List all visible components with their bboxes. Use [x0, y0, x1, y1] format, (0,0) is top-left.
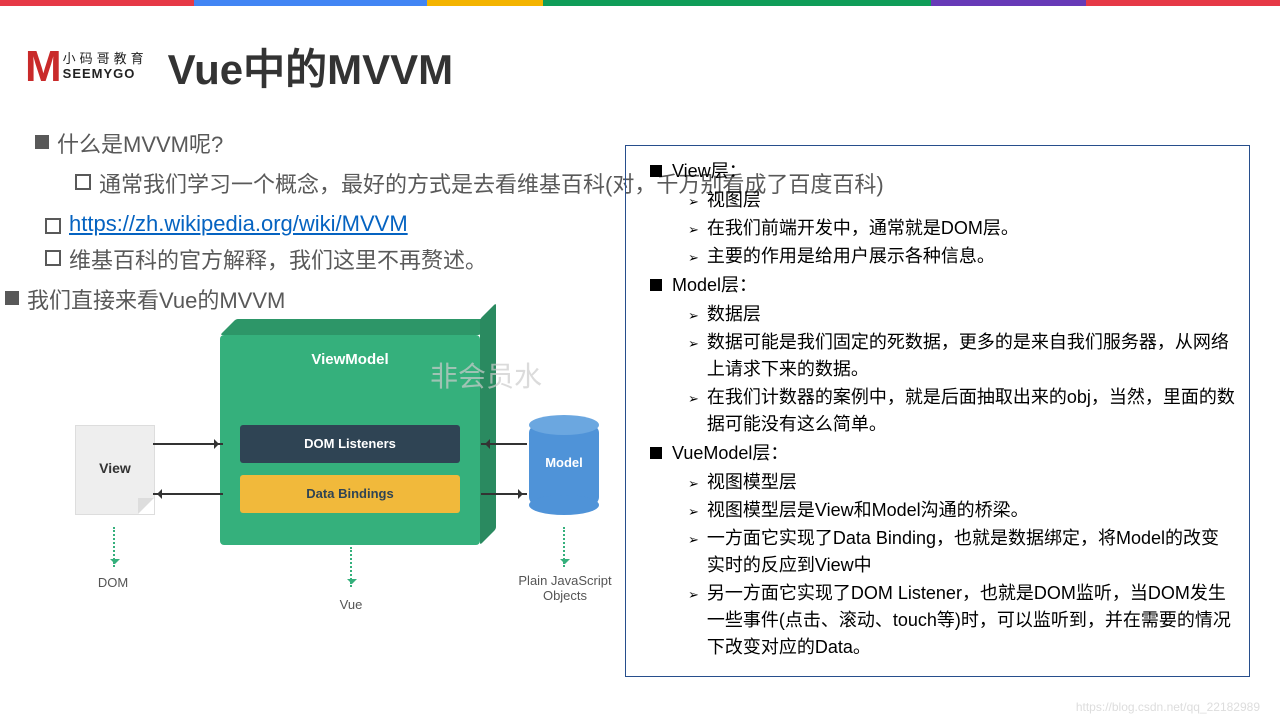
vuemodel-heading: VueModel层：: [672, 440, 788, 467]
slide-title: Vue中的MVVM: [168, 36, 453, 97]
arrow-icon: [153, 443, 223, 445]
logo-cn: 小码哥教育: [63, 52, 148, 66]
caption-objects: Plain JavaScript Objects: [505, 573, 625, 603]
viewmodel-title: ViewModel: [220, 351, 480, 368]
arrow-icon: [481, 493, 527, 495]
bullet-lv1: 我们直接来看Vue的MVVM: [5, 283, 615, 315]
model-heading: Model层：: [672, 272, 757, 299]
top-stripe: [0, 0, 1280, 6]
data-bindings-box: Data Bindings: [240, 475, 460, 513]
view-box: View: [75, 425, 155, 515]
dashed-arrow-icon: [350, 547, 352, 587]
dom-listeners-box: DOM Listeners: [240, 425, 460, 463]
footer-watermark: https://blog.csdn.net/qq_22182989: [1076, 700, 1260, 714]
viewmodel-box: ViewModel DOM Listeners Data Bindings: [220, 335, 480, 545]
mvvm-diagram: ViewModel DOM Listeners Data Bindings Vi…: [55, 325, 615, 635]
view-heading: View层：: [672, 158, 747, 185]
dashed-arrow-icon: [563, 527, 565, 567]
caption-vue: Vue: [291, 597, 411, 612]
arrow-icon: [481, 443, 527, 445]
bullet-lv2: 维基百科的官方解释，我们这里不再赘述。: [45, 243, 615, 275]
bullet-lv2-link: https://zh.wikipedia.org/wiki/MVVM: [45, 211, 615, 237]
logo: M 小码哥教育 SEEMYGO: [25, 42, 148, 92]
wiki-link[interactable]: https://zh.wikipedia.org/wiki/MVVM: [69, 211, 408, 237]
logo-icon: M: [25, 42, 59, 92]
model-cylinder: Model: [529, 425, 599, 505]
logo-en: SEEMYGO: [63, 67, 148, 81]
explanation-panel: View层： ➢视图层 ➢在我们前端开发中，通常就是DOM层。 ➢主要的作用是给…: [625, 145, 1250, 677]
dashed-arrow-icon: [113, 527, 115, 567]
slide-header: M 小码哥教育 SEEMYGO Vue中的MVVM: [25, 36, 1255, 97]
arrow-icon: [153, 493, 223, 495]
caption-dom: DOM: [53, 575, 173, 590]
